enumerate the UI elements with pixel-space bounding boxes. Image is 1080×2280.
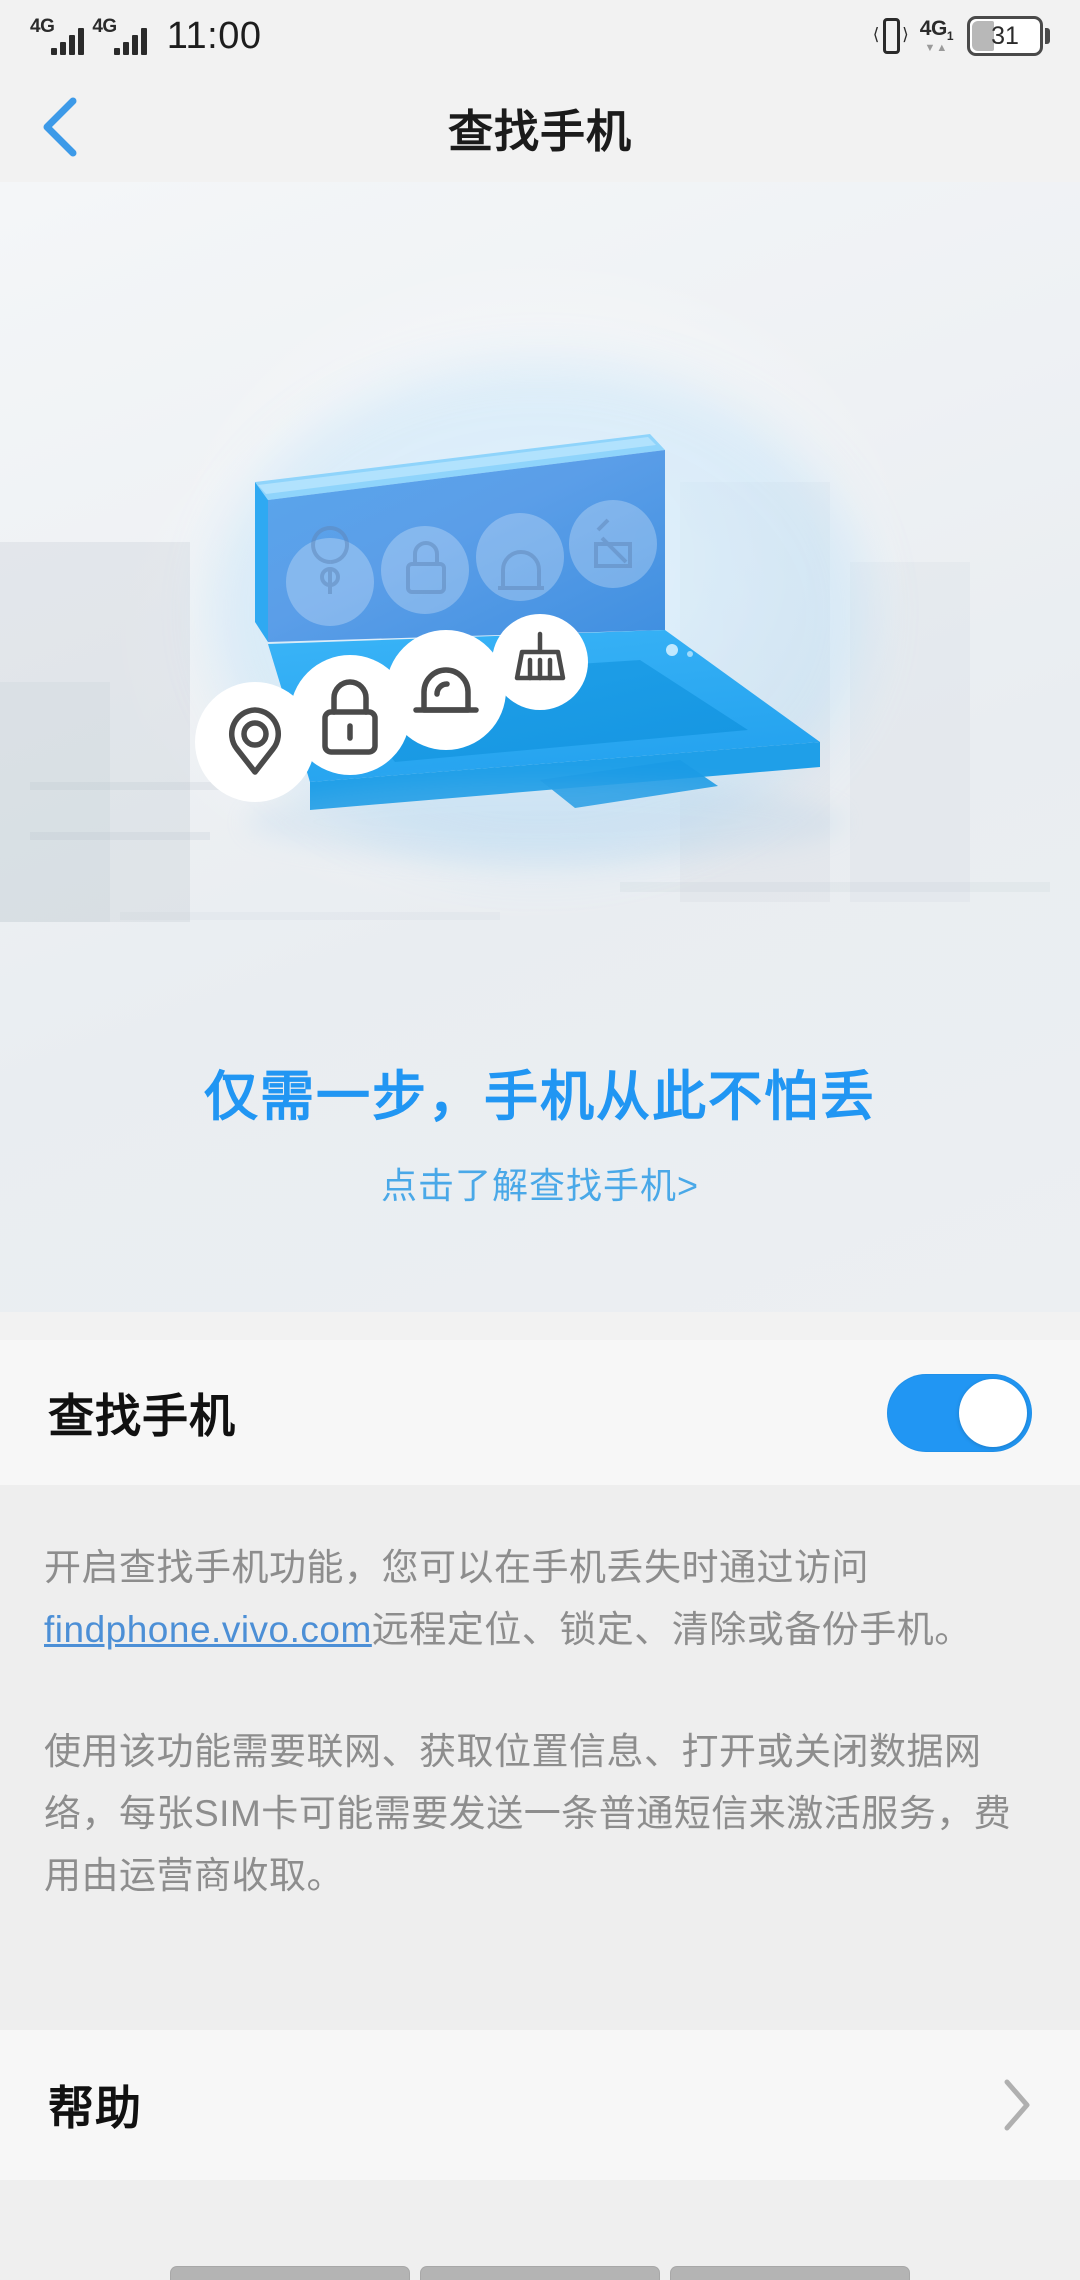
- chevron-left-icon: [43, 97, 77, 157]
- status-bar-clock: 11:00: [166, 14, 262, 57]
- help-row[interactable]: 帮助: [0, 2030, 1080, 2180]
- vibrate-icon: ⟨ ⟩: [873, 16, 909, 56]
- page-title: 查找手机: [447, 105, 632, 157]
- status-bar-left: 4G 4G 11:00: [30, 15, 262, 58]
- network-label: 4G: [919, 16, 948, 40]
- description-paragraph-2: 使用该功能需要联网、获取位置信息、打开或关闭数据网络，每张SIM卡可能需要发送一…: [44, 1731, 1012, 1896]
- status-bar: 4G 4G 11:00 ⟨ ⟩ 4G1 ▼▲ 31: [0, 0, 1080, 72]
- find-phone-toggle-row[interactable]: 查找手机: [0, 1340, 1080, 1485]
- signal-bars-icon-2: [113, 25, 147, 55]
- help-label: 帮助: [48, 2082, 142, 2134]
- battery-level-text: 31: [991, 21, 1019, 50]
- data-transfer-arrows-icon: ▼▲: [924, 42, 949, 55]
- hero-headline: 仅需一步，手机从此不怕丢: [204, 1067, 876, 1127]
- feature-icon-broom: [492, 614, 588, 710]
- network-sim-index: 1: [946, 29, 954, 44]
- toggle-knob: [959, 1378, 1027, 1447]
- find-phone-screen: 4G 4G 11:00 ⟨ ⟩ 4G1 ▼▲ 31 查找手机 仅需一步，手机从此…: [0, 0, 1080, 2280]
- findphone-url-link[interactable]: findphone.vivo.com: [44, 1609, 372, 1650]
- gesture-nav-bar: [0, 2190, 1080, 2280]
- laptop-find-phone-illustration: [195, 362, 870, 862]
- signal-bars-icon-1: [51, 25, 85, 55]
- battery-tip: [1045, 28, 1050, 44]
- find-phone-label: 查找手机: [48, 1389, 236, 1442]
- back-button[interactable]: [0, 72, 120, 182]
- status-bar-right: ⟨ ⟩ 4G1 ▼▲ 31: [873, 16, 1050, 56]
- desc-p1-part1: 开启查找手机功能，您可以在手机丢失时通过访问: [44, 1547, 869, 1588]
- chevron-right-icon: [1004, 2079, 1030, 2131]
- signal-indicator-sim1: 4G: [30, 17, 85, 55]
- desc-p1-part2: 远程定位、锁定、清除或备份手机。: [371, 1609, 972, 1650]
- hero-banner: 仅需一步，手机从此不怕丢 点击了解查找手机>: [0, 182, 1080, 1312]
- title-bar: 查找手机: [0, 72, 1080, 182]
- nav-pill-home[interactable]: [420, 2266, 660, 2280]
- network-type-indicator: 4G1 ▼▲: [919, 16, 954, 55]
- battery-shell-icon: 31: [967, 16, 1043, 56]
- description-paragraph-1: 开启查找手机功能，您可以在手机丢失时通过访问 findphone.vivo.com…: [44, 1537, 1036, 1661]
- nav-pill-back[interactable]: [670, 2266, 910, 2280]
- battery-indicator: 31: [967, 16, 1050, 56]
- nav-pill-recents[interactable]: [170, 2266, 410, 2280]
- find-phone-toggle[interactable]: [887, 1373, 1032, 1452]
- hero-learn-more-link[interactable]: 点击了解查找手机>: [0, 1157, 1080, 1209]
- feature-icon-alarm: [386, 630, 506, 750]
- signal-indicator-sim2: 4G: [92, 17, 147, 55]
